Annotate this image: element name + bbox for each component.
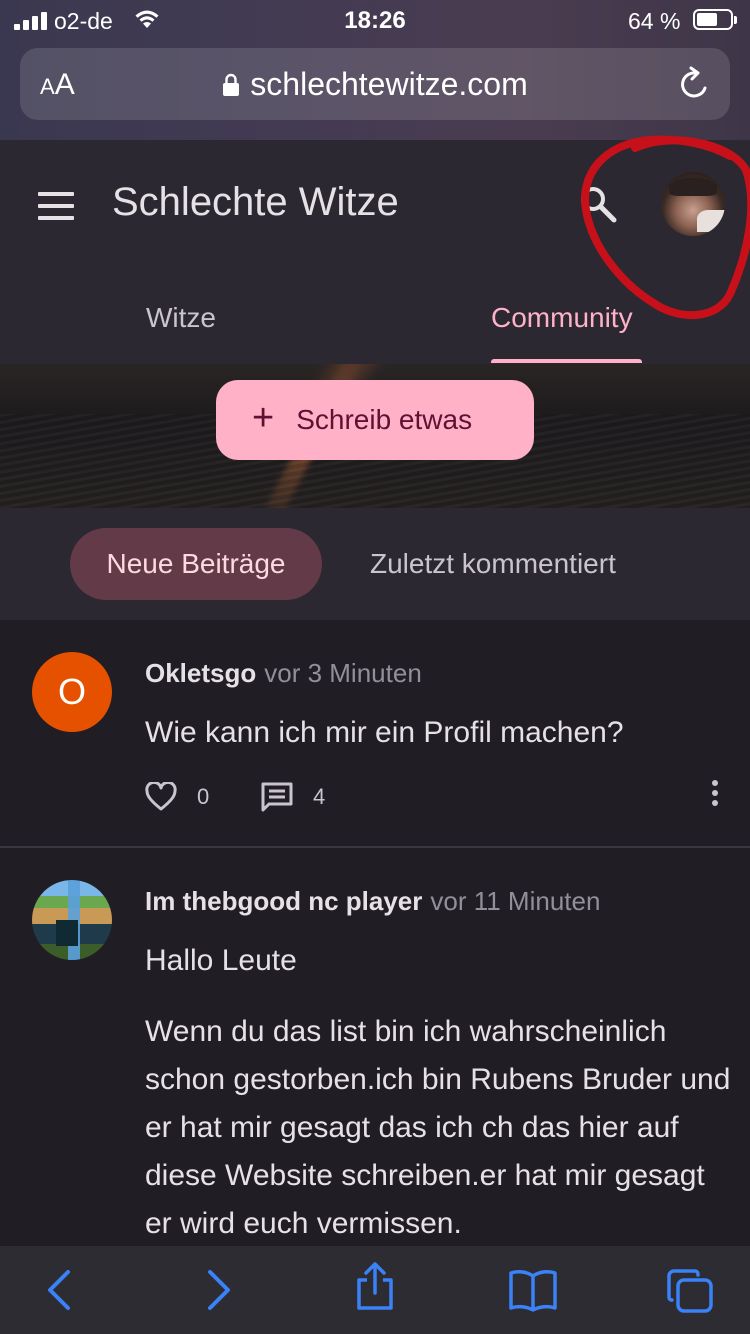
browser-top-area: o2-de 18:26 64 % AA schlechtewitze.com (0, 0, 750, 140)
post-author[interactable]: Im thebgood nc player vor 11 Minuten (145, 886, 600, 917)
status-bar: o2-de 18:26 64 % (0, 0, 750, 44)
post-actions: 0 4 (145, 780, 725, 814)
post-title[interactable]: Hallo Leute (145, 944, 297, 978)
forward-icon[interactable] (204, 1268, 234, 1317)
address-bar[interactable]: AA schlechtewitze.com (20, 48, 730, 120)
comment-icon (261, 782, 293, 812)
post-author[interactable]: Okletsgo vor 3 Minuten (145, 658, 422, 689)
lock-icon (223, 73, 240, 96)
browser-toolbar (0, 1246, 750, 1334)
battery-icon (693, 9, 737, 30)
author-avatar[interactable] (32, 880, 112, 960)
like-count: 0 (197, 784, 210, 809)
post-time: vor 3 Minuten (264, 658, 422, 688)
post-body: Wenn du das list bin ich wahrscheinlich … (145, 1015, 731, 1240)
battery-percentage: 64 % (628, 8, 681, 34)
post-card[interactable]: O Okletsgo vor 3 Minuten Wie kann ich mir… (0, 620, 750, 846)
post-time: vor 11 Minuten (430, 886, 601, 916)
reload-icon[interactable] (678, 66, 712, 107)
filter-new-posts[interactable]: Neue Beiträge (70, 528, 322, 600)
more-options-icon[interactable] (709, 780, 721, 810)
back-icon[interactable] (44, 1268, 74, 1317)
url-display[interactable]: schlechtewitze.com (20, 66, 730, 103)
annotation-circle (581, 135, 750, 320)
app-title: Schlechte Witze (112, 180, 399, 224)
comment-count: 4 (313, 784, 326, 809)
plus-icon: + (252, 397, 275, 439)
bookmarks-icon[interactable] (508, 1268, 558, 1317)
heart-icon (145, 782, 177, 811)
filter-row: Neue Beiträge Zuletzt kommentiert (0, 508, 750, 620)
share-icon[interactable] (354, 1262, 396, 1317)
tab-witze[interactable]: Witze (146, 302, 216, 334)
post-title[interactable]: Wie kann ich mir ein Profil machen? (145, 716, 624, 750)
author-avatar[interactable]: O (32, 652, 112, 732)
menu-icon[interactable] (38, 192, 74, 220)
comment-button[interactable]: 4 (261, 782, 325, 812)
compose-button[interactable]: + Schreib etwas (216, 380, 534, 460)
url-text: schlechtewitze.com (250, 66, 528, 102)
post-card[interactable]: Im thebgood nc player vor 11 Minuten Hall… (0, 848, 750, 1248)
like-button[interactable]: 0 (145, 782, 209, 812)
tabs-icon[interactable] (666, 1268, 714, 1319)
compose-button-label: Schreib etwas (296, 404, 473, 435)
active-tab-indicator (491, 359, 642, 363)
filter-recently-commented[interactable]: Zuletzt kommentiert (370, 548, 616, 580)
community-banner: + Schreib etwas (0, 364, 750, 508)
